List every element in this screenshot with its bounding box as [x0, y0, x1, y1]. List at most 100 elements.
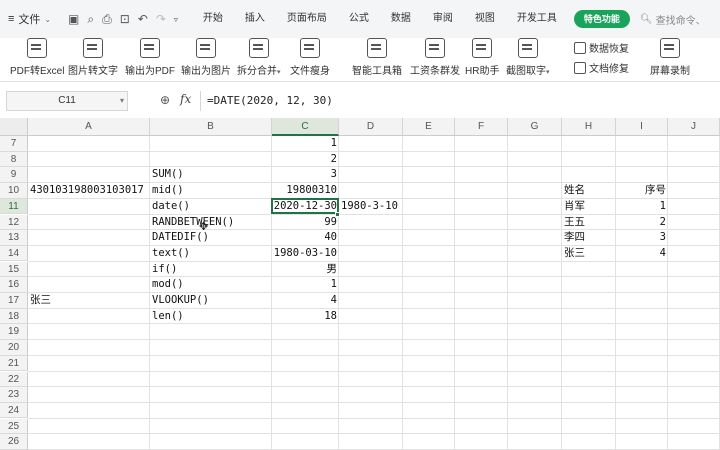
undo-icon[interactable]: ↶ — [138, 12, 148, 26]
row-header-9[interactable]: 9 — [0, 167, 28, 183]
doc-repair-button[interactable]: 文档修复 — [574, 60, 629, 75]
cell-b9[interactable]: SUM() — [150, 167, 272, 183]
cell-b14[interactable]: text() — [150, 246, 272, 262]
cell-h12[interactable]: 王五 — [562, 215, 616, 231]
cell-c15[interactable]: 男 — [272, 262, 339, 278]
cell-c17[interactable]: 4 — [272, 293, 339, 309]
cell-c8[interactable]: 2 — [272, 152, 339, 168]
cell-c12[interactable]: 99 — [272, 215, 339, 231]
image-to-text-button[interactable]: 图片转文字 — [68, 38, 118, 82]
select-all-corner[interactable] — [0, 118, 28, 136]
column-header-b[interactable]: B — [150, 118, 272, 136]
row-header-18[interactable]: 18 — [0, 308, 28, 325]
screenshot-text-button[interactable]: 截图取字▾ — [506, 38, 550, 82]
cell-c7[interactable]: 1 — [272, 136, 339, 152]
menu-view[interactable]: 视图 — [464, 8, 506, 30]
column-header-d[interactable]: D — [339, 118, 403, 136]
column-header-e[interactable]: E — [403, 118, 455, 136]
file-menu[interactable]: ≡ 文件 ⌄ — [8, 8, 68, 30]
cell-c13[interactable]: 40 — [272, 230, 339, 246]
screen-record-button[interactable]: 屏幕录制 — [650, 38, 690, 82]
command-search[interactable]: 🔍︎ 查找命令、 — [640, 12, 706, 27]
menu-insert[interactable]: 插入 — [234, 8, 276, 30]
menu-data[interactable]: 数据 — [380, 8, 422, 30]
column-header-a[interactable]: A — [28, 118, 150, 136]
preview-icon[interactable]: ⌕ — [87, 12, 94, 27]
cell-b17[interactable]: VLOOKUP() — [150, 293, 272, 309]
cell-b12[interactable]: RANDBETWEEN() — [150, 215, 272, 231]
fx-icon[interactable]: fx — [180, 92, 191, 106]
column-header-h[interactable]: H — [562, 118, 616, 136]
cell-i14[interactable]: 4 — [616, 246, 668, 262]
menu-developer[interactable]: 开发工具 — [506, 8, 568, 30]
row-header-25[interactable]: 25 — [0, 418, 28, 435]
smart-toolbox-button[interactable]: 智能工具箱 — [352, 38, 402, 82]
payslip-button[interactable]: 工资条群发 — [410, 38, 460, 82]
cell-c16[interactable]: 1 — [272, 277, 339, 293]
row-header-26[interactable]: 26 — [0, 434, 28, 450]
fill-handle[interactable] — [335, 211, 340, 217]
cell-i12[interactable]: 2 — [616, 215, 668, 231]
row-header-14[interactable]: 14 — [0, 245, 28, 262]
menu-home[interactable]: 开始 — [192, 8, 234, 30]
name-box[interactable]: C11 ▾ — [6, 91, 128, 111]
menu-review[interactable]: 审阅 — [422, 8, 464, 30]
cell-h11[interactable]: 肖军 — [562, 199, 616, 215]
menu-formulas[interactable]: 公式 — [338, 8, 380, 30]
cell-c18[interactable]: 18 — [272, 309, 339, 325]
spreadsheet-grid[interactable]: A B C D E F G H I J 7 8 9 10 11 12 13 14 15 16 17 18 19 20 21 22 2… — [0, 118, 720, 450]
pdf-to-excel-button[interactable]: PDF转Excel — [10, 38, 64, 82]
save-icon[interactable]: ▣ — [68, 12, 79, 26]
cell-a10[interactable]: 430103198003103017 — [28, 183, 150, 199]
cell-b13[interactable]: DATEDIF() — [150, 230, 272, 246]
export-image-button[interactable]: 输出为图片 — [181, 38, 231, 82]
special-features-button[interactable]: 特色功能 — [573, 10, 630, 28]
cell-b16[interactable]: mod() — [150, 277, 272, 293]
zoom-icon[interactable]: ⊕ — [160, 93, 170, 107]
cell-c10[interactable]: 19800310 — [272, 183, 339, 199]
row-header-20[interactable]: 20 — [0, 340, 28, 356]
export-pdf-button[interactable]: 输出为PDF — [125, 38, 175, 82]
row-header-22[interactable]: 22 — [0, 371, 28, 387]
row-header-10[interactable]: 10 — [0, 183, 28, 199]
column-header-f[interactable]: F — [455, 118, 508, 136]
row-header-13[interactable]: 13 — [0, 230, 28, 246]
cell-h14[interactable]: 张三 — [562, 246, 616, 262]
cell-b11[interactable]: date() — [150, 199, 272, 215]
format-painter-icon[interactable]: ⊡ — [120, 12, 130, 26]
cell-a17[interactable]: 张三 — [28, 293, 150, 309]
print-icon[interactable]: ⎙ — [102, 12, 112, 27]
cell-h13[interactable]: 李四 — [562, 230, 616, 246]
row-header-7[interactable]: 7 — [0, 136, 28, 152]
file-slim-button[interactable]: 文件瘦身 — [290, 38, 330, 82]
cell-b10[interactable]: mid() — [150, 183, 272, 199]
column-header-g[interactable]: G — [508, 118, 562, 136]
split-merge-button[interactable]: 拆分合并▾ — [237, 38, 281, 82]
cell-c9[interactable]: 3 — [272, 167, 339, 183]
row-header-19[interactable]: 19 — [0, 324, 28, 340]
row-header-15[interactable]: 15 — [0, 261, 28, 278]
row-header-21[interactable]: 21 — [0, 355, 28, 372]
menu-page-layout[interactable]: 页面布局 — [276, 8, 338, 30]
cell-i13[interactable]: 3 — [616, 230, 668, 246]
hr-assistant-button[interactable]: HR助手 — [465, 38, 499, 82]
row-header-11[interactable]: 11 — [0, 198, 28, 215]
cell-c14[interactable]: 1980-03-10 — [272, 246, 339, 262]
cell-b18[interactable]: len() — [150, 309, 272, 325]
column-header-i[interactable]: I — [616, 118, 668, 136]
data-recovery-button[interactable]: 数据恢复 — [574, 40, 629, 55]
row-header-24[interactable]: 24 — [0, 402, 28, 419]
row-header-17[interactable]: 17 — [0, 293, 28, 309]
cell-i11[interactable]: 1 — [616, 199, 668, 215]
cell-h10[interactable]: 姓名 — [562, 183, 616, 199]
row-header-12[interactable]: 12 — [0, 214, 28, 230]
formula-input[interactable]: =DATE(2020, 12, 30) — [200, 91, 720, 111]
cell-i10[interactable]: 序号 — [616, 183, 668, 199]
column-header-c[interactable]: C — [272, 118, 339, 136]
cell-b15[interactable]: if() — [150, 262, 272, 278]
row-header-8[interactable]: 8 — [0, 151, 28, 168]
cell-d11[interactable]: 1980-3-10 — [339, 199, 403, 215]
row-header-16[interactable]: 16 — [0, 277, 28, 293]
column-header-j[interactable]: J — [668, 118, 720, 136]
customize-icon[interactable]: ▿ — [174, 15, 178, 24]
